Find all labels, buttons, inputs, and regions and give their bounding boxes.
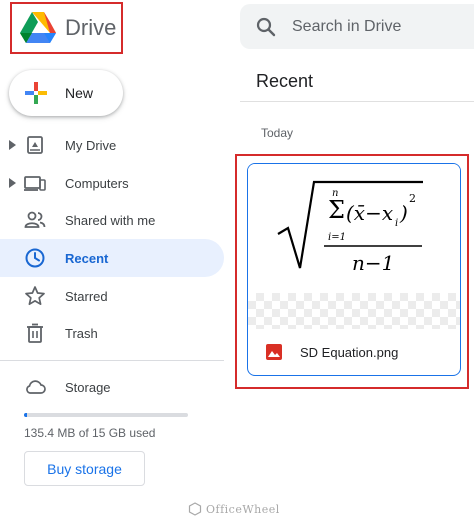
image-file-icon <box>266 344 282 360</box>
svg-text:n: n <box>332 188 338 199</box>
sidebar-item-my-drive[interactable]: My Drive <box>0 126 224 164</box>
sidebar-item-label: Starred <box>65 288 108 304</box>
svg-text:(x̄−x: (x̄−x <box>346 201 393 225</box>
svg-text:n−1: n−1 <box>352 251 394 275</box>
equation-image: Σ n i=1 (x̄−x i ) 2 n−1 <box>277 180 423 275</box>
shared-with-me-icon <box>24 211 46 228</box>
expand-caret-icon[interactable] <box>9 178 17 188</box>
sidebar-item-label: Recent <box>65 250 109 266</box>
sidebar-item-computers[interactable]: Computers <box>0 164 224 202</box>
new-button[interactable]: New <box>9 70 123 116</box>
watermark: OfficeWheel <box>188 502 280 516</box>
sidebar-item-starred[interactable]: Starred <box>0 277 224 315</box>
file-thumbnail: Σ n i=1 (x̄−x i ) 2 n−1 <box>248 164 460 329</box>
trash-icon <box>27 323 43 343</box>
sidebar-item-label: Trash <box>65 325 98 341</box>
sidebar-item-storage[interactable]: Storage <box>0 372 224 402</box>
search-bar[interactable]: Search in Drive <box>240 4 474 49</box>
search-icon[interactable] <box>254 15 278 39</box>
header-divider <box>240 101 474 102</box>
computers-icon <box>24 176 46 191</box>
sidebar-divider <box>0 360 224 361</box>
storage-used-text: 135.4 MB of 15 GB used <box>24 426 156 440</box>
new-button-label: New <box>65 85 94 101</box>
search-input[interactable]: Search in Drive <box>292 18 401 36</box>
google-drive-logo-icon <box>20 12 56 43</box>
storage-bar-fill <box>24 413 28 417</box>
transparent-background <box>248 293 460 329</box>
star-icon <box>25 286 45 306</box>
app-name: Drive <box>65 15 117 40</box>
file-name: SD Equation.png <box>300 344 399 360</box>
svg-text:i: i <box>395 218 398 229</box>
buy-storage-button[interactable]: Buy storage <box>24 451 145 486</box>
svg-text:i=1: i=1 <box>328 232 346 243</box>
sidebar-item-label: Shared with me <box>65 212 156 228</box>
sidebar-item-trash[interactable]: Trash <box>0 314 224 352</box>
storage-label: Storage <box>65 379 111 395</box>
sidebar-item-label: Computers <box>65 175 129 191</box>
svg-text:2: 2 <box>409 192 416 205</box>
page-title: Recent <box>256 71 314 91</box>
sidebar-item-shared-with-me[interactable]: Shared with me <box>0 201 224 239</box>
svg-text:): ) <box>399 201 408 225</box>
sidebar-item-recent[interactable]: Recent <box>0 239 224 277</box>
sidebar-item-label: My Drive <box>65 137 117 153</box>
drive-logo[interactable]: Drive <box>10 2 123 54</box>
section-heading: Today <box>261 126 294 140</box>
cloud-icon <box>26 380 46 394</box>
plus-icon <box>25 82 47 104</box>
watermark-text: OfficeWheel <box>206 502 280 516</box>
clock-icon <box>25 248 45 268</box>
expand-caret-icon[interactable] <box>9 140 17 150</box>
svg-text:Σ: Σ <box>328 196 345 224</box>
my-drive-icon <box>27 136 43 154</box>
officewheel-logo-icon <box>188 502 202 516</box>
storage-bar <box>24 413 188 417</box>
file-card-footer[interactable]: SD Equation.png <box>248 329 460 375</box>
file-card[interactable]: Σ n i=1 (x̄−x i ) 2 n−1 SD Equation.png <box>247 163 461 376</box>
